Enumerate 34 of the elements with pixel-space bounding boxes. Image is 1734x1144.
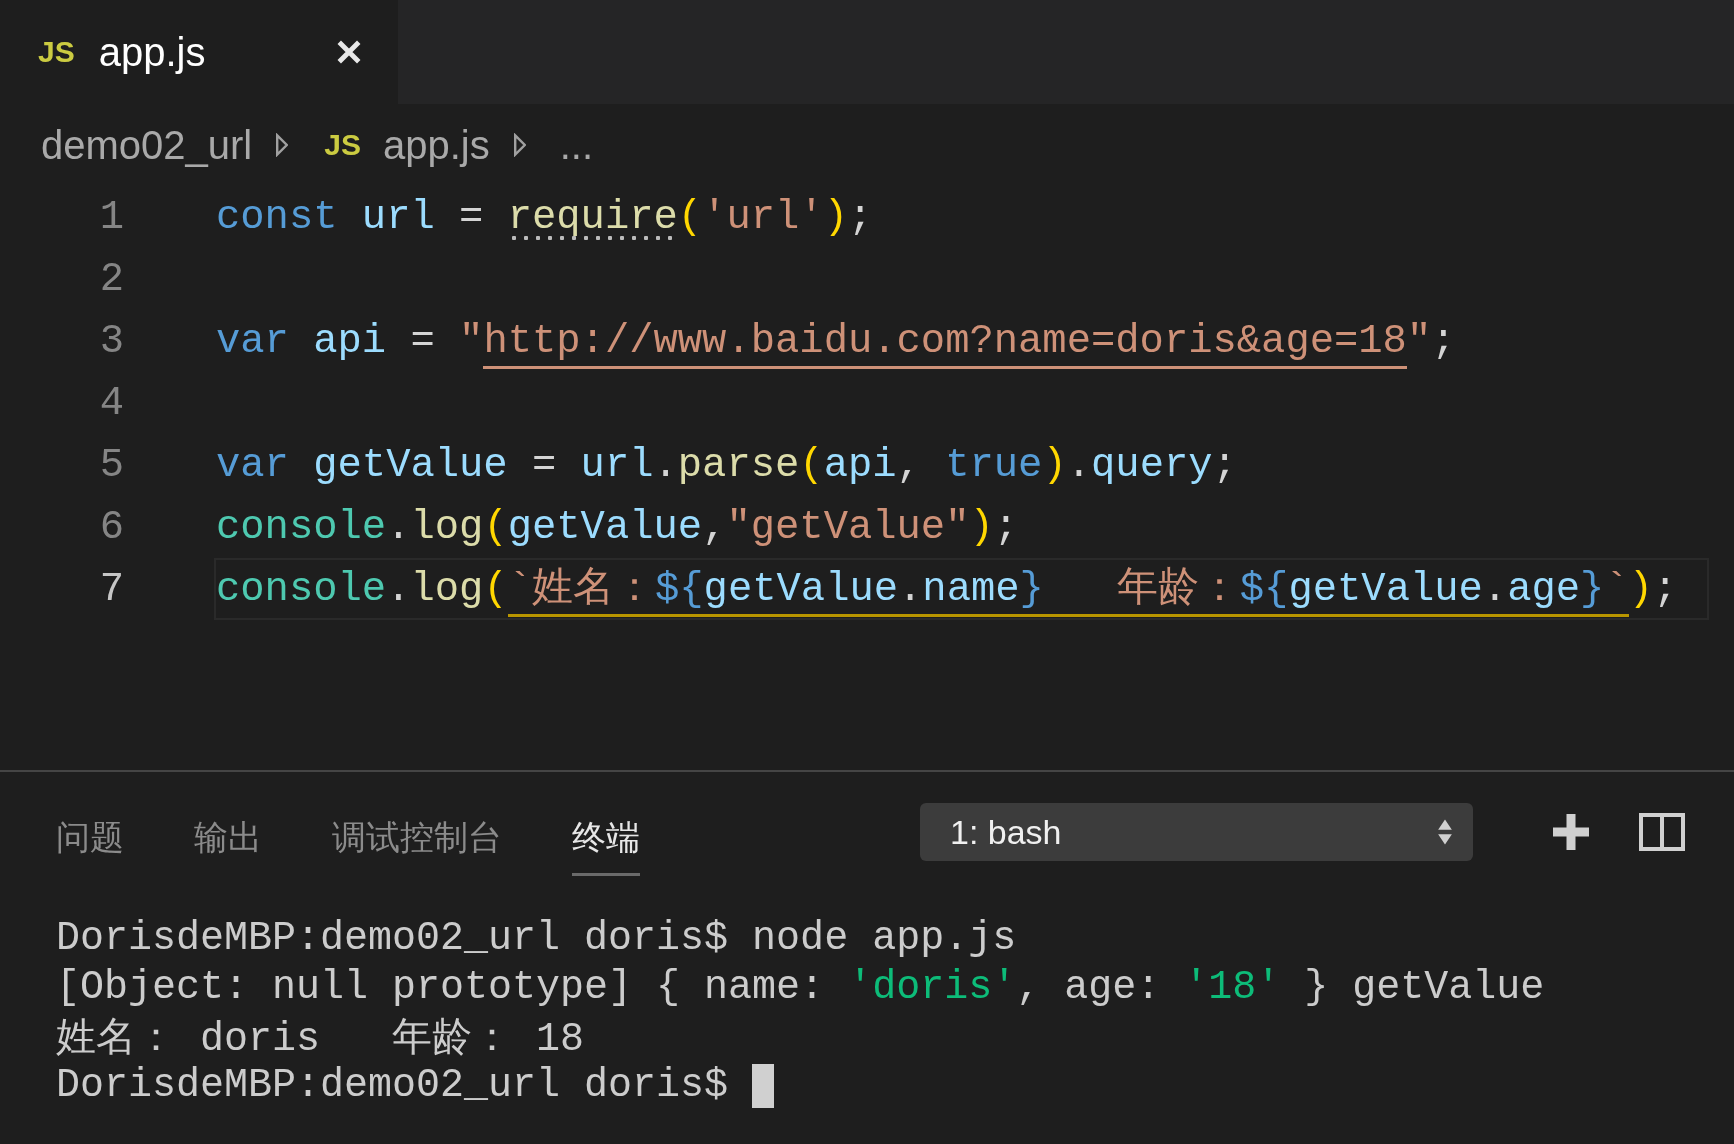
tab-title: app.js	[98, 29, 206, 75]
js-file-icon: JS	[38, 35, 75, 69]
terminal-line: DorisdeMBP:demo02_url doris$	[56, 1063, 730, 1108]
line-number: 7	[98, 566, 124, 612]
chevron-right-icon	[276, 133, 289, 157]
breadcrumb-item[interactable]: demo02_url	[41, 122, 253, 168]
up-down-arrows-icon	[1437, 817, 1453, 847]
line-number: 6	[98, 504, 124, 550]
terminal-line: DorisdeMBP:demo02_url doris$ node app.js	[56, 916, 1017, 961]
panel-tab[interactable]: 终端	[572, 802, 640, 876]
code-line: var api = "http://www.baidu.com?name=doris&age=18";	[216, 312, 1456, 370]
breadcrumb-item[interactable]: app.js	[382, 122, 490, 168]
panel-tab[interactable]: 调试控制台	[332, 802, 502, 876]
editor-tab[interactable]: JS app.js	[0, 0, 398, 104]
code-line: var getValue = url.parse(api, true).query;	[216, 441, 1237, 490]
close-icon[interactable]	[336, 39, 362, 65]
code-line: console.log(`姓名：${getValue.name} 年龄：${getValue.age}`);	[216, 560, 1708, 618]
split-terminal-icon[interactable]	[1639, 813, 1685, 851]
line-number: 3	[98, 318, 124, 364]
js-file-icon: JS	[324, 128, 361, 162]
code-line: console.log(getValue,"getValue");	[216, 503, 1019, 552]
breadcrumb-item[interactable]: ...	[559, 122, 594, 168]
panel-tab[interactable]: 问题	[56, 802, 124, 876]
line-number: 5	[98, 442, 124, 488]
terminal-select[interactable]: 1: bash	[920, 803, 1473, 861]
terminal-line: [Object: null prototype] { name: 'doris', age: '18' } getValue	[56, 965, 1545, 1010]
code-line: const url = require('url');	[216, 193, 873, 244]
line-number: 4	[98, 380, 124, 426]
plus-icon[interactable]	[1551, 812, 1591, 852]
panel-tab[interactable]: 输出	[194, 802, 262, 876]
terminal-line: 姓名： doris 年龄： 18	[56, 1016, 585, 1064]
chevron-right-icon	[513, 133, 526, 157]
line-number: 1	[98, 194, 124, 240]
line-number: 2	[98, 256, 124, 302]
